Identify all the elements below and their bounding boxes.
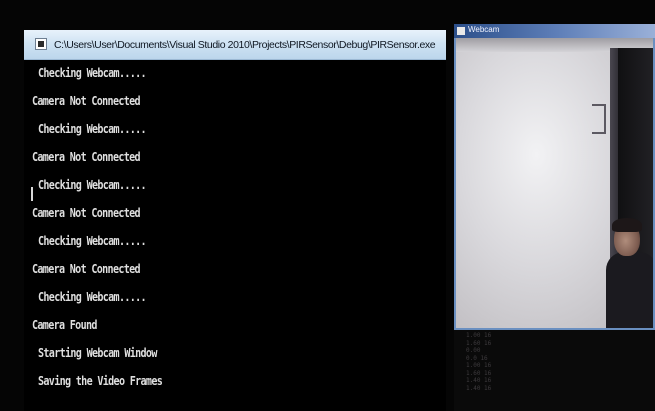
reflection-text: 0.0 16 <box>466 354 488 362</box>
console-title: C:\Users\User\Documents\Visual Studio 20… <box>54 39 436 51</box>
console-window[interactable]: C:\Users\User\Documents\Visual Studio 20… <box>24 30 446 411</box>
reflection-text: 1.40 16 <box>466 384 492 392</box>
reflection-text: 1.00 16 <box>466 362 492 369</box>
console-line: Saving the Video Frames <box>38 374 163 388</box>
console-line: Checking Webcam..... <box>38 290 147 304</box>
console-line: Checking Webcam..... <box>38 234 147 248</box>
webcam-window[interactable]: Webcam 1.00 16 1.60 16 0.00 0.0 16 1.00 … <box>454 24 655 411</box>
console-line: Camera Not Connected <box>32 206 141 220</box>
webcam-video-frame <box>454 38 655 330</box>
console-line: Camera Not Connected <box>32 262 141 276</box>
screen-reflection: 1.00 16 1.60 16 0.00 0.0 16 1.00 16 1.60… <box>466 332 526 392</box>
console-line: Checking Webcam..... <box>38 122 147 136</box>
console-line: Camera Not Connected <box>32 94 141 108</box>
video-wall-bracket <box>592 104 606 134</box>
console-line: Camera Not Connected <box>32 150 141 164</box>
text-cursor <box>31 187 33 201</box>
reflection-text: 1.40 16 <box>466 377 492 384</box>
console-line: Starting Webcam Window <box>38 346 157 360</box>
desktop-screen: C:\Users\User\Documents\Visual Studio 20… <box>0 0 655 411</box>
reflection-text: 1.00 16 <box>466 332 492 339</box>
webcam-title: Webcam <box>468 25 500 34</box>
console-output[interactable]: Checking Webcam..... Camera Not Connecte… <box>24 60 446 411</box>
webcam-titlebar[interactable]: Webcam <box>454 24 655 38</box>
console-line: Checking Webcam..... <box>38 66 147 80</box>
console-line: Checking Webcam..... <box>38 178 147 192</box>
reflection-text: 1.60 16 <box>466 339 492 347</box>
webcam-app-icon[interactable] <box>457 27 465 35</box>
console-line: Camera Found <box>32 318 97 332</box>
video-person-hair <box>612 218 642 232</box>
video-person-body <box>606 252 653 328</box>
console-titlebar[interactable]: C:\Users\User\Documents\Visual Studio 20… <box>24 30 446 60</box>
reflection-text: 1.60 16 <box>466 369 492 377</box>
reflection-text: 0.00 <box>466 347 481 354</box>
console-app-icon[interactable] <box>35 38 47 50</box>
